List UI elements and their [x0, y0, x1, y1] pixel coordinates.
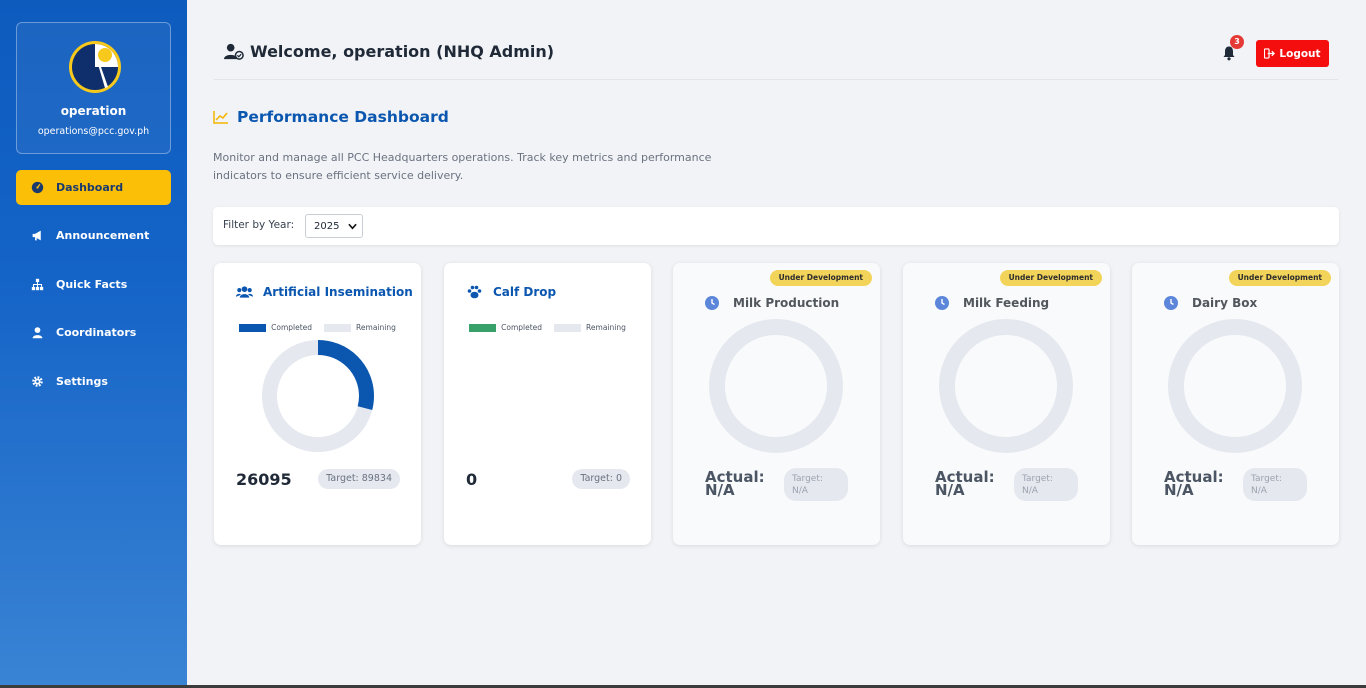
paw-icon: [467, 285, 482, 299]
card-title-text: Dairy Box: [1192, 296, 1258, 310]
welcome-heading: Welcome, operation (NHQ Admin): [224, 42, 554, 61]
actual-value: Actual: N/A: [1164, 468, 1224, 499]
sidebar-item-label: Quick Facts: [56, 278, 128, 291]
page-description: Monitor and manage all PCC Headquarters …: [213, 151, 712, 182]
card-title: Artificial Insemination: [236, 285, 413, 299]
welcome-text: Welcome, operation (NHQ Admin): [250, 42, 555, 61]
chart-line-icon: [213, 111, 228, 124]
target-badge: Target: 89834: [318, 469, 400, 489]
page-title-text: Performance Dashboard: [237, 108, 449, 126]
gear-icon: [32, 376, 43, 387]
year-select[interactable]: 2025: [305, 214, 363, 238]
year-value: 2025: [314, 220, 340, 232]
sign-out-icon: [1264, 48, 1276, 59]
megaphone-icon: [32, 230, 41, 241]
status-badge: Under Development: [1228, 270, 1331, 286]
notification-badge: 3: [1230, 35, 1244, 49]
sidebar-item-label: Settings: [56, 375, 108, 388]
target-badge: Target: N/A: [1243, 468, 1307, 501]
filter-label: Filter by Year:: [223, 219, 295, 231]
filter-bar: Filter by Year: 2025: [213, 207, 1339, 245]
clock-icon: [1164, 296, 1178, 310]
sidebar: operation operations@pcc.gov.ph Dashboar…: [0, 0, 187, 688]
donut-chart: [262, 340, 374, 452]
legend-completed: Completed: [271, 323, 313, 332]
profile-card: operation operations@pcc.gov.ph: [16, 22, 171, 154]
status-badge: Under Development: [999, 270, 1102, 286]
card-artificial-insemination: Artificial Insemination Completed Remain…: [214, 263, 421, 545]
card-title-text: Milk Feeding: [963, 296, 1050, 310]
sidebar-item-label: Announcement: [56, 229, 150, 242]
pcc-logo-icon: [69, 41, 121, 93]
user-check-icon: [224, 43, 244, 60]
sidebar-item-settings[interactable]: Settings: [16, 364, 171, 399]
card-title: Dairy Box: [1164, 296, 1257, 310]
legend-swatch-completed: [239, 323, 267, 332]
card-title-text: Artificial Insemination: [263, 285, 413, 299]
target-badge: Target: 0: [572, 469, 630, 489]
chevron-down-icon: [348, 223, 357, 230]
card-dairy-box: Under Development Dairy Box Actual: N/A …: [1132, 263, 1339, 545]
chart-legend: Completed Remaining: [444, 323, 651, 332]
card-milk-production: Under Development Milk Production Actual…: [673, 263, 880, 545]
legend-remaining: Remaining: [586, 323, 626, 332]
actual-value: 0: [466, 470, 478, 489]
user-icon: [32, 327, 43, 339]
user-name: operation: [60, 104, 127, 118]
legend-completed: Completed: [501, 323, 543, 332]
gauge-icon: [31, 181, 44, 194]
sidebar-item-dashboard[interactable]: Dashboard: [16, 170, 171, 205]
sidebar-item-label: Dashboard: [56, 181, 124, 194]
target-badge: Target: N/A: [1014, 468, 1078, 501]
actual-value: Actual: N/A: [935, 468, 995, 499]
clock-icon: [705, 296, 719, 310]
sidebar-item-coordinators[interactable]: Coordinators: [16, 315, 171, 350]
card-title: Calf Drop: [466, 285, 556, 299]
legend-swatch-remaining: [554, 323, 582, 332]
card-title-text: Calf Drop: [493, 285, 557, 299]
logout-label: Logout: [1279, 47, 1321, 60]
chart-legend: Completed Remaining: [214, 323, 421, 332]
users-icon: [236, 286, 253, 298]
page-title: Performance Dashboard: [213, 108, 449, 126]
sidebar-item-quick-facts[interactable]: Quick Facts: [16, 267, 171, 302]
top-header: Welcome, operation (NHQ Admin) 3 Logout: [214, 35, 1338, 80]
empty-donut: [1168, 319, 1302, 453]
sidebar-item-announcement[interactable]: Announcement: [16, 218, 171, 253]
status-badge: Under Development: [769, 270, 872, 286]
empty-donut: [709, 319, 843, 453]
actual-value: 26095: [236, 470, 292, 489]
empty-donut: [939, 319, 1073, 453]
sitemap-icon: [31, 278, 44, 291]
card-title: Milk Production: [705, 296, 839, 310]
target-badge: Target: N/A: [784, 468, 848, 501]
sidebar-item-label: Coordinators: [56, 326, 137, 339]
legend-remaining: Remaining: [356, 323, 396, 332]
logout-button[interactable]: Logout: [1256, 40, 1329, 67]
card-calf-drop: Calf Drop Completed Remaining 0 Target: …: [444, 263, 651, 545]
actual-value: Actual: N/A: [705, 468, 765, 499]
card-title: Milk Feeding: [935, 296, 1049, 310]
user-email: operations@pcc.gov.ph: [37, 126, 150, 137]
card-milk-feeding: Under Development Milk Feeding Actual: N…: [903, 263, 1110, 545]
legend-swatch-remaining: [324, 323, 352, 332]
card-title-text: Milk Production: [733, 296, 840, 310]
clock-icon: [935, 296, 949, 310]
legend-swatch-completed: [469, 323, 497, 332]
